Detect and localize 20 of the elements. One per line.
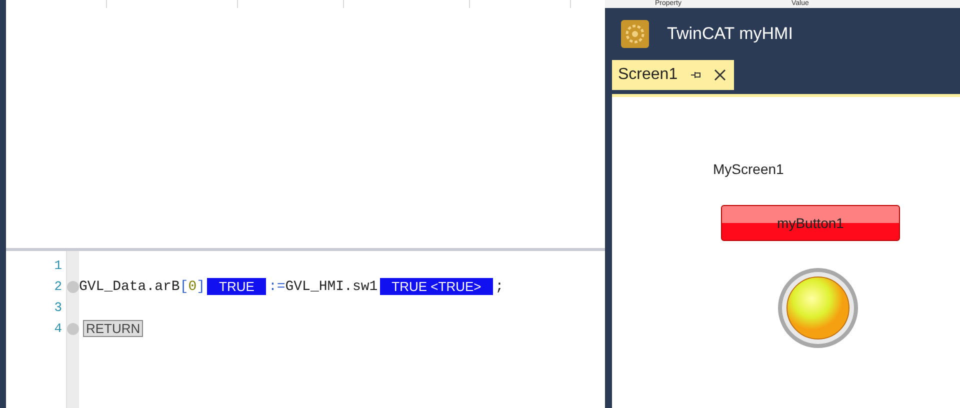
code-text: ; xyxy=(495,278,504,294)
code-text: 0 xyxy=(188,278,197,294)
line-number: 3 xyxy=(53,299,63,317)
pin-icon[interactable] xyxy=(690,70,702,80)
value-display: TRUE <TRUE> xyxy=(380,278,494,295)
code-text: [ xyxy=(180,278,188,294)
window-title: TwinCAT myHMI xyxy=(667,24,793,44)
line-number: 1 xyxy=(53,257,63,275)
line-number: 4 xyxy=(53,320,63,338)
code-text: GVL_Data.arB xyxy=(79,278,180,294)
code-text: GVL_HMI.sw1 xyxy=(285,278,378,294)
hmi-button[interactable]: myButton1 xyxy=(721,205,900,241)
code-keyword: RETURN xyxy=(83,320,144,337)
code-text: := xyxy=(268,278,286,294)
value-display: TRUE xyxy=(207,278,266,295)
close-icon[interactable] xyxy=(714,69,726,81)
code-text: ] xyxy=(196,278,206,294)
screen-label: MyScreen1 xyxy=(713,161,784,177)
line-number: 2 xyxy=(53,278,63,296)
document-tab[interactable]: Screen1 xyxy=(612,60,734,90)
